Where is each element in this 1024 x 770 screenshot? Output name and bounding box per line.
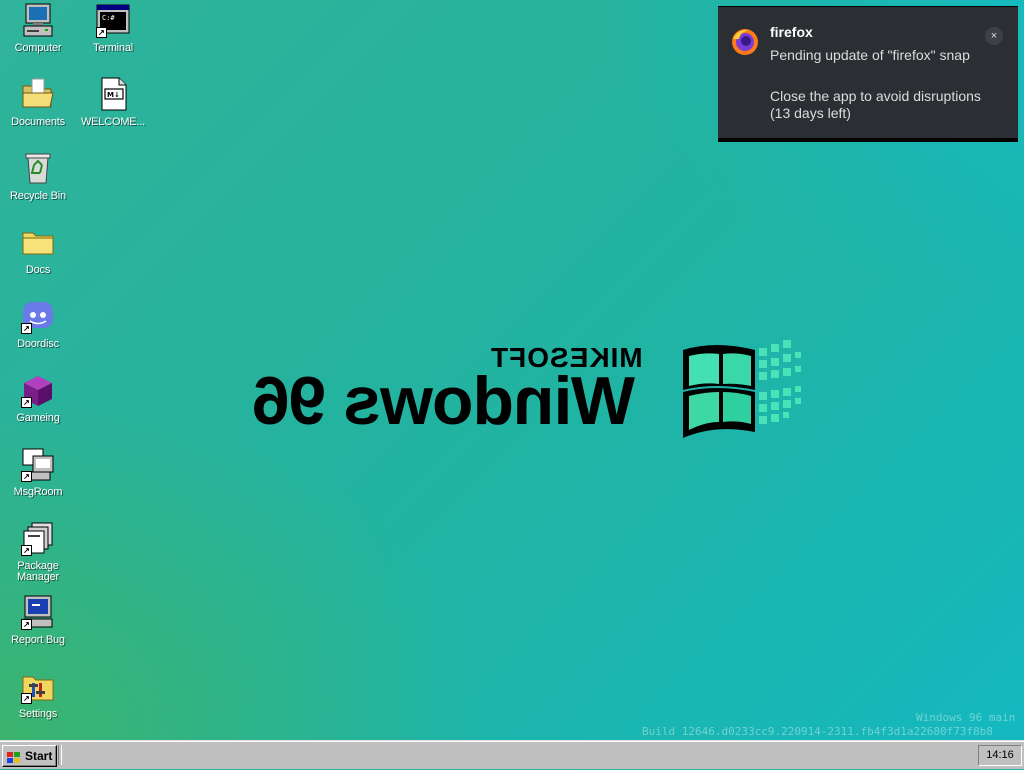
recycle-bin-icon <box>20 151 56 187</box>
monitor-icon: ↗ <box>20 595 56 631</box>
computer-icon <box>20 3 56 39</box>
desktop-icon-computer[interactable]: Computer <box>1 3 75 54</box>
desktop-icon-label: Documents <box>11 116 65 128</box>
desktop-icon-settings[interactable]: ↗ Settings <box>1 669 75 720</box>
desktop-icon-label: WELCOME... <box>80 116 145 128</box>
shortcut-arrow-icon: ↗ <box>21 471 32 482</box>
shortcut-arrow-icon: ↗ <box>21 693 32 704</box>
svg-text:C:#: C:# <box>102 14 115 22</box>
desktop-icon-welcome[interactable]: M↓ WELCOME... <box>76 77 150 128</box>
desktop-icon-msgroom[interactable]: ↗ MsgRoom <box>1 447 75 498</box>
shortcut-arrow-icon: ↗ <box>21 619 32 630</box>
desktop-icon-documents[interactable]: Documents <box>1 77 75 128</box>
cube-icon: ↗ <box>20 373 56 409</box>
desktop-icon-docs[interactable]: Docs <box>1 225 75 276</box>
desktop-icon-label: Report Bug <box>11 634 65 646</box>
desktop-icon-gameing[interactable]: ↗ Gameing <box>1 373 75 424</box>
build-label: Windows 96 main <box>916 711 1016 724</box>
desktop-icon-label: Package Manager <box>16 560 59 583</box>
markdown-file-icon: M↓ <box>95 77 131 113</box>
desktop-icon-terminal[interactable]: C:# ↗ Terminal <box>76 3 150 54</box>
shortcut-arrow-icon: ↗ <box>21 545 32 556</box>
clock[interactable]: 14:16 <box>978 745 1022 766</box>
discord-icon: ↗ <box>20 299 56 335</box>
desktop-icon-label: Recycle Bin <box>10 190 66 202</box>
notification-title: firefox <box>770 24 813 40</box>
folder-icon <box>20 225 56 261</box>
desktop-icon-report-bug[interactable]: ↗ Report Bug <box>1 595 75 646</box>
taskbar: Start 14:16 <box>0 740 1024 769</box>
desktop-icon-label: Computer <box>14 42 62 54</box>
shortcut-arrow-icon: ↗ <box>21 323 32 334</box>
desktop-icon-doordisc[interactable]: ↗ Doordisc <box>1 299 75 350</box>
package-icon: ↗ <box>20 521 56 557</box>
shortcut-arrow-icon: ↗ <box>96 27 107 38</box>
settings-folder-icon: ↗ <box>20 669 56 705</box>
start-label: Start <box>25 749 53 763</box>
shortcut-arrow-icon: ↗ <box>21 397 32 408</box>
windows-logo-icon <box>7 750 21 763</box>
firefox-update-notification[interactable]: firefox Pending update of "firefox" snap… <box>718 6 1018 142</box>
desktop-icon-recycle-bin[interactable]: Recycle Bin <box>1 151 75 202</box>
desktop-icon-label: Terminal <box>93 42 133 54</box>
desktop: Computer Documents Recycle Bin Docs ↗ Do… <box>0 0 1024 740</box>
desktop-icon-label: MsgRoom <box>13 486 63 498</box>
taskbar-separator <box>58 745 62 765</box>
desktop-icon-package-manager[interactable]: ↗ Package Manager <box>1 521 75 583</box>
notification-detail: Close the app to avoid disruptions (13 d… <box>770 88 981 121</box>
terminal-icon: C:# ↗ <box>95 3 131 39</box>
close-icon[interactable]: × <box>985 27 1003 45</box>
desktop-icon-label: Docs <box>25 264 51 276</box>
firefox-icon <box>730 27 760 57</box>
folder-open-icon <box>20 77 56 113</box>
wallpaper-logo: MIKESOFT Windows 96 <box>205 320 825 450</box>
wallpaper-product: Windows 96 <box>252 363 635 439</box>
chat-computer-icon: ↗ <box>20 447 56 483</box>
build-number: Build 12646.d0233cc9.220914-2311.fb4f3d1… <box>642 725 993 738</box>
desktop-icon-label: Doordisc <box>17 338 59 350</box>
start-button[interactable]: Start <box>2 745 57 767</box>
desktop-icon-label: Settings <box>18 708 58 720</box>
markdown-badge: M↓ <box>107 91 120 99</box>
notification-message: Pending update of "firefox" snap <box>770 47 970 63</box>
desktop-icon-label: Gameing <box>16 412 60 424</box>
